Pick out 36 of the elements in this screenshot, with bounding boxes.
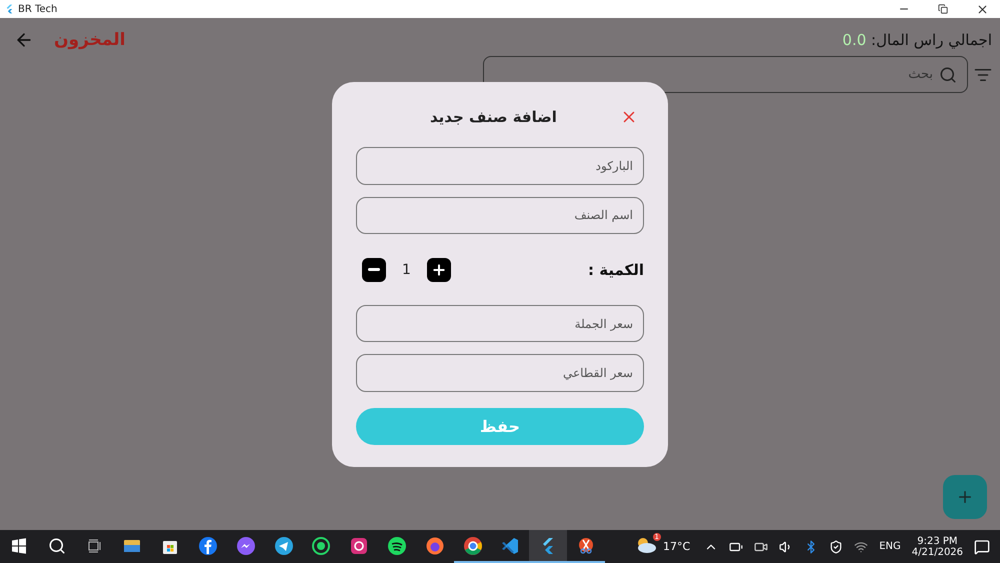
- input-field[interactable]: الباركود: [356, 147, 644, 185]
- shield-icon[interactable]: [829, 540, 844, 554]
- input-field[interactable]: سعر الجملة: [356, 305, 644, 342]
- wifi-icon[interactable]: [854, 540, 868, 554]
- increment-button[interactable]: [426, 258, 451, 282]
- dialog-title: اضافة صنف جديد: [430, 108, 557, 126]
- decrement-button[interactable]: [362, 258, 386, 282]
- temperature: 17°C: [663, 540, 690, 553]
- clock-date[interactable]: 4/21/2026: [912, 546, 964, 558]
- browser-icon: [462, 536, 483, 556]
- plus-icon: [956, 488, 974, 506]
- notifications-icon[interactable]: [974, 538, 990, 554]
- close-icon: [976, 2, 988, 16]
- window-title: BR Tech: [18, 4, 58, 14]
- search-icon[interactable]: [48, 536, 66, 554]
- paper-plane-icon: [274, 536, 294, 556]
- sound-waves-icon: [387, 536, 408, 556]
- search-icon: [939, 66, 957, 84]
- input-field[interactable]: اسم الصنف: [356, 196, 644, 234]
- quantity-value: 1: [402, 262, 411, 278]
- start-icon[interactable]: [10, 538, 27, 554]
- input-field[interactable]: سعر القطاعي: [356, 354, 644, 392]
- f-logo-icon: [198, 536, 218, 556]
- restore-icon: [938, 4, 948, 14]
- page-title: المخزون: [54, 30, 126, 50]
- code-editor-icon: [500, 536, 520, 556]
- plus-icon: [430, 262, 447, 278]
- language-indicator[interactable]: ENG: [879, 541, 901, 552]
- chat-bubble-icon: [236, 536, 256, 556]
- quantity-label: الكمية :: [588, 260, 644, 279]
- task-view-icon[interactable]: [86, 538, 103, 554]
- camera-icon: [349, 536, 370, 556]
- minus-icon: [368, 268, 380, 272]
- app-logo-icon: [4, 3, 15, 15]
- clock-time[interactable]: 9:23 PM: [917, 536, 958, 546]
- weather-icon: [635, 536, 657, 554]
